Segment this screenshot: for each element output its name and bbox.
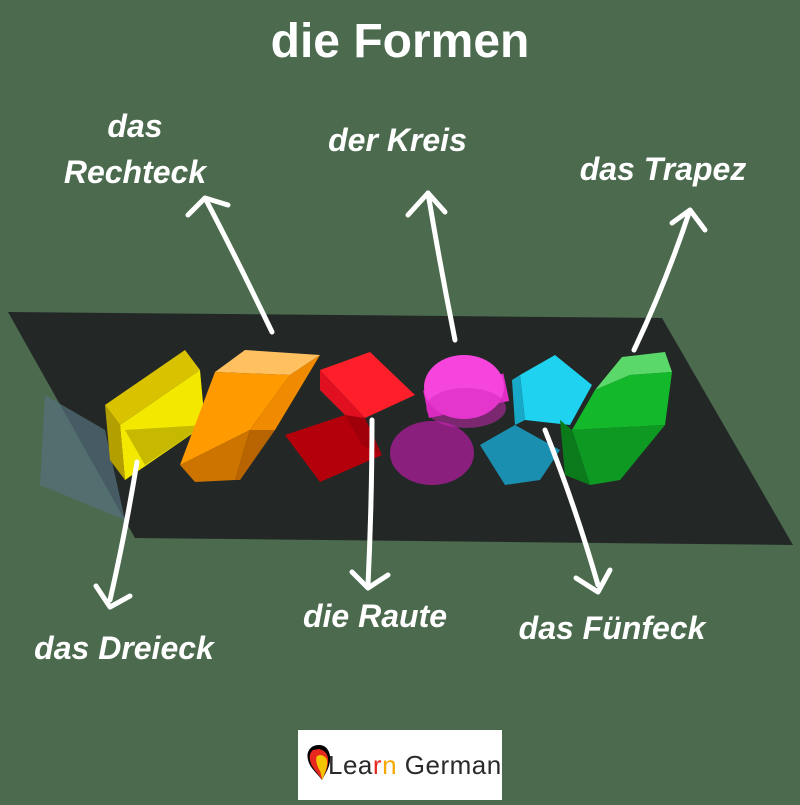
logo-text-part2: r <box>372 750 383 780</box>
label-raute: die Raute <box>302 598 448 634</box>
logo-text: Learn German <box>328 750 502 781</box>
learn-german-logo: Learn German <box>298 730 502 800</box>
label-fuenfeck: das Fünfeck <box>518 610 706 646</box>
arrow-rechteck <box>185 195 275 335</box>
label-kreis: der Kreis <box>328 122 467 158</box>
logo-text-part1: Lea <box>328 750 373 780</box>
label-dreieck: das Dreieck <box>34 630 214 666</box>
label-rechteck-line1: das <box>107 108 163 144</box>
logo-text-part3: n <box>382 750 398 780</box>
label-rechteck-line2: Rechteck <box>63 154 207 190</box>
logo-text-part4: German <box>397 750 502 780</box>
label-trapez: das Trapez <box>579 151 747 187</box>
label-rechteck: das Rechteck <box>45 103 225 195</box>
shapes-diagram: die Formen das Rechteck der Kreis das Tr… <box>0 0 800 800</box>
arrow-trapez <box>631 207 708 353</box>
page-title: die Formen <box>270 15 530 68</box>
